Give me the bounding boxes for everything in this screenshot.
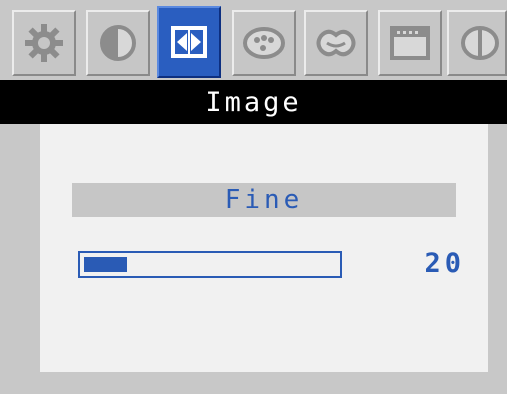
menu-title-bar: Image bbox=[0, 80, 507, 124]
window-icon bbox=[390, 26, 430, 60]
tab-color[interactable] bbox=[232, 10, 296, 76]
info-icon bbox=[461, 26, 499, 60]
settings-panel: Fine 20 bbox=[40, 124, 488, 372]
sound-icon bbox=[316, 29, 356, 57]
tab-brightness[interactable] bbox=[12, 10, 76, 76]
tab-info[interactable] bbox=[447, 10, 507, 76]
slider-fill bbox=[84, 257, 127, 272]
setting-value: 20 bbox=[424, 248, 465, 279]
tab-image[interactable] bbox=[157, 6, 221, 78]
osd-menu: Image Fine 20 bbox=[0, 0, 507, 394]
sun-icon bbox=[25, 24, 63, 62]
tab-bar bbox=[0, 0, 507, 80]
menu-title: Image bbox=[205, 86, 302, 118]
tab-sound[interactable] bbox=[304, 10, 368, 76]
image-icon bbox=[171, 26, 207, 58]
setting-label: Fine bbox=[224, 185, 304, 215]
contrast-icon bbox=[100, 25, 136, 61]
setting-label-bar[interactable]: Fine bbox=[72, 183, 456, 217]
palette-icon bbox=[243, 27, 285, 59]
fine-slider[interactable] bbox=[78, 251, 342, 278]
tab-settings[interactable] bbox=[378, 10, 442, 76]
tab-contrast[interactable] bbox=[86, 10, 150, 76]
